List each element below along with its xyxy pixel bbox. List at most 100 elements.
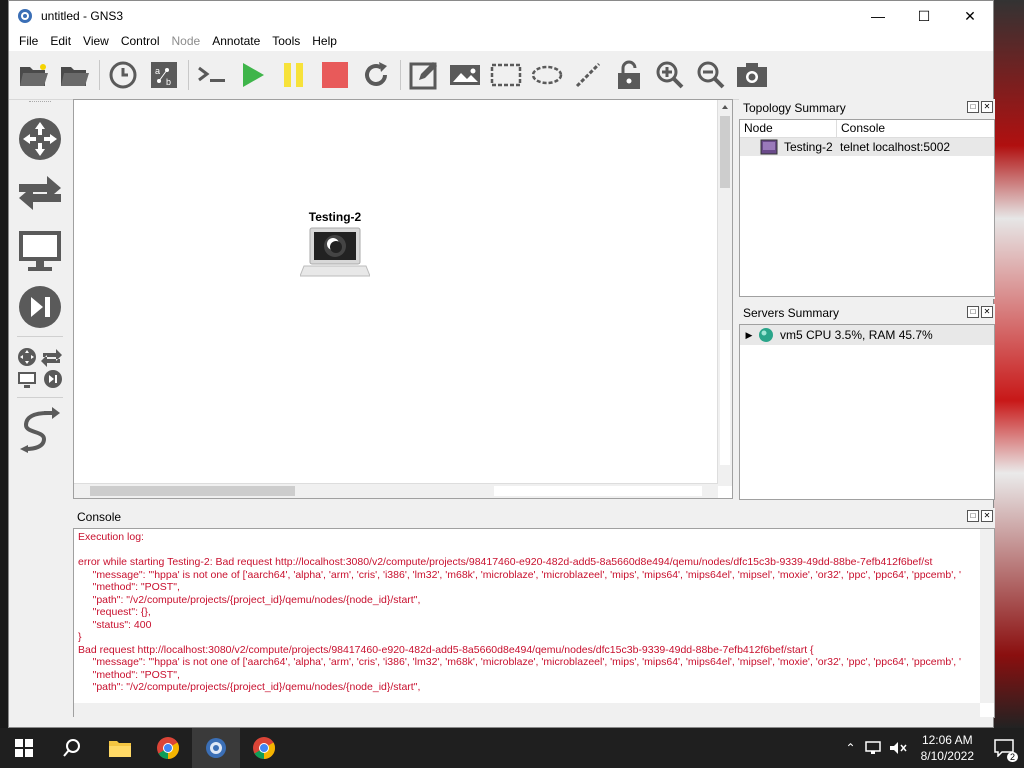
close-button[interactable]: ✕ (947, 1, 993, 31)
end-devices-icon[interactable] (16, 226, 64, 276)
add-note-icon[interactable] (407, 58, 441, 92)
menu-control[interactable]: Control (115, 34, 166, 48)
menu-tools[interactable]: Tools (266, 34, 306, 48)
notification-count-badge: 2 (1006, 752, 1018, 762)
canvas-vertical-scrollbar[interactable] (717, 100, 732, 486)
horizontal-scroll-thumb[interactable] (90, 486, 295, 496)
screenshot-icon[interactable] (735, 58, 769, 92)
console-line: } (78, 631, 82, 643)
undock-icon[interactable]: □ (967, 510, 979, 522)
taskbar-gns3[interactable] (192, 728, 240, 768)
console-line: "method": "POST", (78, 668, 180, 681)
console-line: "message": "'hppa' is not one of ['aarch… (78, 656, 962, 668)
console-title: Console (77, 510, 122, 524)
chrome-icon (157, 737, 179, 759)
vertical-scroll-thumb[interactable] (720, 116, 730, 188)
insert-image-icon[interactable] (448, 58, 482, 92)
list-item[interactable]: ▶ vm5 CPU 3.5%, RAM 45.7% (740, 325, 994, 345)
show-hidden-icons-icon[interactable]: ⌃ (841, 741, 861, 755)
column-header-node[interactable]: Node (740, 120, 837, 137)
taskbar-chrome[interactable] (144, 728, 192, 768)
topology-node-console: telnet localhost:5002 (840, 140, 951, 154)
menu-bar: File Edit View Control Node Annotate Too… (9, 31, 993, 51)
show-interface-labels-icon[interactable]: ab (147, 58, 181, 92)
column-header-console[interactable]: Console (837, 120, 991, 137)
open-folder-icon[interactable] (58, 58, 92, 92)
menu-help[interactable]: Help (306, 34, 343, 48)
draw-line-icon[interactable] (571, 58, 605, 92)
console-line: "method": "POST", (78, 581, 180, 593)
minimize-button[interactable]: — (855, 1, 901, 31)
start-all-icon[interactable] (236, 58, 270, 92)
canvas-horizontal-scrollbar[interactable] (74, 483, 718, 498)
svg-text:a: a (155, 66, 160, 76)
suspend-all-icon[interactable] (277, 58, 311, 92)
gns3-taskbar-icon (206, 738, 226, 758)
stop-all-icon[interactable] (318, 58, 352, 92)
qemu-vm-icon (299, 227, 371, 277)
node-testing-2[interactable]: Testing-2 (299, 210, 371, 291)
clock-time: 12:06 AM (921, 733, 973, 747)
draw-rectangle-icon[interactable] (489, 58, 523, 92)
windows-taskbar: ⌃ 12:06 AM 8/10/2022 2 (0, 728, 1024, 768)
zoom-out-icon[interactable] (694, 58, 728, 92)
topology-summary-panel: Topology Summary □ ✕ Node Console Testin… (739, 99, 995, 299)
toolbar-separator (400, 60, 401, 90)
desktop-wallpaper-right (994, 0, 1024, 728)
console-output[interactable]: Execution log: error while starting Test… (73, 528, 995, 718)
menu-node[interactable]: Node (166, 34, 207, 48)
close-icon[interactable]: ✕ (981, 510, 993, 522)
all-devices-icon[interactable] (16, 343, 64, 393)
scroll-up-icon[interactable] (718, 100, 732, 114)
network-icon[interactable] (864, 741, 881, 755)
security-devices-icon[interactable] (16, 282, 64, 332)
file-explorer-icon (109, 741, 131, 757)
taskbar-file-explorer[interactable] (96, 728, 144, 768)
taskbar-chrome-2[interactable] (240, 728, 288, 768)
topology-canvas[interactable]: Testing-2 (73, 99, 733, 499)
switches-icon[interactable] (16, 170, 64, 220)
dock-separator (17, 336, 63, 337)
console-all-icon[interactable] (195, 58, 229, 92)
undock-icon[interactable]: □ (967, 101, 979, 113)
close-icon[interactable]: ✕ (981, 306, 993, 318)
taskbar-clock[interactable]: 12:06 AM 8/10/2022 (911, 732, 984, 764)
zoom-in-icon[interactable] (653, 58, 687, 92)
start-button[interactable] (0, 728, 48, 768)
search-button[interactable] (48, 728, 96, 768)
expand-arrow-icon[interactable]: ▶ (740, 330, 758, 341)
routers-icon[interactable] (16, 114, 64, 164)
dock-grip[interactable] (29, 101, 51, 108)
menu-annotate[interactable]: Annotate (206, 34, 266, 48)
menu-file[interactable]: File (13, 34, 44, 48)
volume-muted-icon[interactable] (889, 741, 907, 755)
servers-summary-panel: Servers Summary □ ✕ ▶ vm5 CPU 3.5%, RAM … (739, 304, 995, 500)
topology-summary-table: Node Console Testing-2 telnet localhost:… (739, 119, 995, 297)
snapshot-clock-icon[interactable] (106, 58, 140, 92)
reload-all-icon[interactable] (359, 58, 393, 92)
table-row[interactable]: Testing-2 telnet localhost:5002 (740, 138, 994, 156)
console-line: "request": {}, (78, 606, 151, 618)
title-bar[interactable]: untitled - GNS3 — ☐ ✕ (9, 1, 993, 31)
open-project-icon[interactable] (17, 58, 51, 92)
notification-center-button[interactable]: 2 (984, 728, 1024, 768)
desktop-wallpaper-left (0, 0, 8, 728)
close-icon[interactable]: ✕ (981, 101, 993, 113)
console-line: "message": "'hppa' is not one of ['aarch… (78, 568, 962, 581)
console-vertical-scrollbar[interactable] (980, 529, 994, 703)
lock-icon[interactable] (612, 58, 646, 92)
chrome-icon (253, 737, 275, 759)
topology-summary-title: Topology Summary (743, 101, 846, 115)
add-link-icon[interactable] (16, 404, 64, 454)
draw-ellipse-icon[interactable] (530, 58, 564, 92)
console-log-text: Execution log: error while starting Test… (74, 529, 972, 696)
console-horizontal-scrollbar[interactable] (74, 703, 980, 717)
menu-view[interactable]: View (77, 34, 115, 48)
clock-date: 8/10/2022 (920, 749, 974, 763)
menu-edit[interactable]: Edit (44, 34, 77, 48)
system-tray: ⌃ 12:06 AM 8/10/2022 2 (841, 728, 1024, 768)
maximize-button[interactable]: ☐ (901, 1, 947, 31)
undock-icon[interactable]: □ (967, 306, 979, 318)
main-toolbar: ab (9, 51, 993, 100)
